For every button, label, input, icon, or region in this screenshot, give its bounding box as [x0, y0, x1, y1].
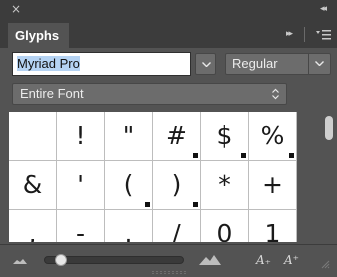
glyph-cell[interactable]: $ — [201, 112, 249, 161]
large-glyph-icon[interactable] — [199, 254, 221, 265]
decrease-size-sign: ₊ — [264, 253, 272, 267]
decrease-size-letter: A — [256, 253, 265, 267]
glyph-cell[interactable]: - — [57, 210, 105, 242]
glyph-cell[interactable]: ) — [153, 161, 201, 210]
glyph-cell[interactable]: & — [9, 161, 57, 210]
font-style-arrow[interactable] — [308, 54, 330, 74]
glyph-cell[interactable]: % — [249, 112, 297, 161]
zoom-slider-thumb[interactable] — [55, 254, 67, 266]
glyph-cell[interactable]: ( — [105, 161, 153, 210]
font-family-dropdown-button[interactable] — [195, 53, 216, 75]
glyphs-panel: × ◂◂ Glyphs ▸▸ Myriad Pro Regular Entire… — [0, 0, 337, 277]
tab-glyphs[interactable]: Glyphs — [8, 23, 69, 48]
panel-menu-icon[interactable] — [315, 28, 331, 40]
alternates-indicator[interactable] — [241, 153, 246, 158]
alternates-indicator[interactable] — [289, 153, 294, 158]
glyph-cell[interactable]: ! — [57, 112, 105, 161]
show-value: Entire Font — [20, 86, 84, 101]
alternates-indicator[interactable] — [193, 153, 198, 158]
decrease-glyph-size-button[interactable]: A₊ — [256, 253, 271, 267]
close-icon[interactable]: × — [11, 2, 21, 16]
increase-size-letter: A — [284, 253, 293, 267]
chevron-down-icon — [202, 62, 211, 67]
glyph-cell[interactable] — [9, 112, 57, 161]
scrollbar-thumb[interactable] — [325, 116, 333, 140]
font-family-input[interactable]: Myriad Pro — [12, 52, 191, 76]
updown-icon — [272, 88, 279, 100]
expand-panels-icon[interactable]: ▸▸ — [286, 27, 293, 41]
increase-glyph-size-button[interactable]: A⁺ — [284, 253, 299, 267]
glyph-cell[interactable]: * — [201, 161, 249, 210]
glyph-grid: ! " # $% & '() * +, -./0 1 — [9, 112, 297, 242]
resize-grip-icon[interactable] — [321, 260, 330, 269]
font-style-dropdown[interactable]: Regular — [225, 53, 331, 75]
glyph-cell[interactable]: + — [249, 161, 297, 210]
glyph-cell[interactable]: 0 — [201, 210, 249, 242]
small-glyph-icon[interactable] — [13, 258, 27, 264]
glyph-cell[interactable]: / — [153, 210, 201, 242]
tab-divider — [304, 27, 305, 42]
collapse-icon[interactable]: ◂◂ — [320, 3, 327, 15]
chevron-down-icon — [315, 61, 324, 66]
increase-size-sign: ⁺ — [292, 253, 300, 267]
alternates-indicator[interactable] — [145, 202, 150, 207]
glyph-grid-scrollbar[interactable] — [305, 112, 333, 242]
glyph-cell[interactable]: 1 — [249, 210, 297, 242]
glyph-cell[interactable]: . — [105, 210, 153, 242]
panel-top-strip: × ◂◂ — [0, 0, 337, 21]
bottom-resize-grip-icon[interactable] — [152, 271, 186, 275]
font-style-value: Regular — [232, 56, 278, 71]
alternates-indicator[interactable] — [193, 202, 198, 207]
font-family-value: Myriad Pro — [17, 56, 80, 71]
glyph-cell[interactable]: , — [9, 210, 57, 242]
panel-tab-bar: Glyphs ▸▸ — [0, 21, 337, 48]
glyph-cell[interactable]: " — [105, 112, 153, 161]
glyph-cell[interactable]: ' — [57, 161, 105, 210]
show-select[interactable]: Entire Font — [12, 83, 287, 105]
glyph-grid-viewport: ! " # $% & '() * +, -./0 1 — [9, 112, 297, 242]
glyph-cell[interactable]: # — [153, 112, 201, 161]
